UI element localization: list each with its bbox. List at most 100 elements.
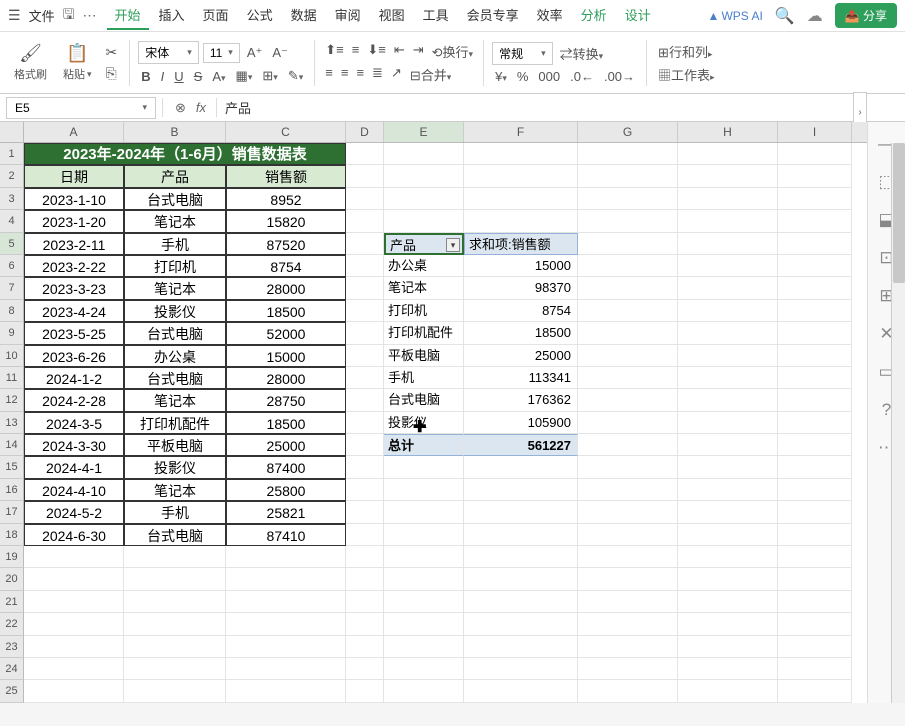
cell[interactable] [464,143,578,165]
pivot-value[interactable]: 15000 [464,255,578,277]
cell[interactable] [464,591,578,613]
cell[interactable] [778,210,852,232]
cell[interactable] [678,613,778,635]
cell[interactable] [678,658,778,680]
cell[interactable]: 投影仪 [124,456,226,478]
row-header[interactable]: 14 [0,434,24,456]
cell[interactable] [124,546,226,568]
row-header[interactable]: 1 [0,143,24,165]
cell[interactable] [226,546,346,568]
row-header[interactable]: 25 [0,680,24,702]
cell[interactable] [226,680,346,702]
cell[interactable] [578,456,678,478]
cell[interactable] [384,524,464,546]
cell[interactable] [778,412,852,434]
cell[interactable] [678,456,778,478]
cell[interactable] [464,613,578,635]
cell[interactable]: 87410 [226,524,346,546]
row-header[interactable]: 19 [0,546,24,568]
cell[interactable] [384,479,464,501]
number-format-select[interactable]: 常规▾ [492,42,553,65]
cell[interactable] [778,345,852,367]
cell[interactable] [226,613,346,635]
pivot-item[interactable]: 打印机配件 [384,322,464,344]
cell[interactable] [678,277,778,299]
cell[interactable] [464,524,578,546]
pivot-value[interactable]: 113341 [464,367,578,389]
cell[interactable] [24,658,124,680]
pivot-item[interactable]: 笔记本 [384,277,464,299]
cell[interactable] [578,658,678,680]
cell[interactable] [464,188,578,210]
cell[interactable] [346,389,384,411]
tab-view[interactable]: 视图 [371,1,413,30]
cell[interactable] [678,568,778,590]
cell[interactable] [578,188,678,210]
pivot-val-header[interactable]: 求和项:销售额 [464,233,578,255]
cell[interactable]: 52000 [226,322,346,344]
cell[interactable] [578,165,678,187]
cell[interactable] [778,636,852,658]
cell[interactable] [464,210,578,232]
cell[interactable] [778,434,852,456]
cell[interactable]: 2023-4-24 [24,300,124,322]
cell[interactable]: 2023-2-22 [24,255,124,277]
cell[interactable]: 15000 [226,345,346,367]
cell[interactable] [346,613,384,635]
tab-data[interactable]: 数据 [283,1,325,30]
tab-vip[interactable]: 会员专享 [459,1,527,30]
cell[interactable] [578,501,678,523]
cell[interactable] [384,210,464,232]
cell[interactable] [346,277,384,299]
row-header[interactable]: 17 [0,501,24,523]
cell[interactable] [384,636,464,658]
underline-button[interactable]: U [171,69,186,84]
cell[interactable] [226,636,346,658]
col-header[interactable]: H [678,122,778,142]
cell[interactable] [346,165,384,187]
tab-review[interactable]: 审阅 [327,1,369,30]
cell[interactable] [24,591,124,613]
cell[interactable] [226,591,346,613]
cell[interactable] [464,546,578,568]
cell[interactable] [578,613,678,635]
cell[interactable] [778,591,852,613]
cell[interactable] [346,479,384,501]
tab-page[interactable]: 页面 [195,1,237,30]
cell[interactable] [678,143,778,165]
cell[interactable] [384,568,464,590]
highlight-button[interactable]: ✎▾ [285,68,306,84]
cell[interactable] [384,680,464,702]
cell[interactable] [578,591,678,613]
indent-decrease-icon[interactable]: ⇤ [392,42,407,61]
cell[interactable] [578,233,678,255]
pivot-item[interactable]: 平板电脑 [384,345,464,367]
cut-icon[interactable]: ✂ [106,44,118,61]
cell[interactable] [124,568,226,590]
cell[interactable] [578,680,678,702]
col-header[interactable]: B [124,122,226,142]
cell[interactable]: 2024-3-5 [24,412,124,434]
cell[interactable]: 28000 [226,367,346,389]
row-header[interactable]: 6 [0,255,24,277]
worksheet-button[interactable]: ▦工作表▸ [655,65,718,84]
cell[interactable] [778,479,852,501]
row-header[interactable]: 21 [0,591,24,613]
cell[interactable] [778,165,852,187]
cell[interactable] [124,636,226,658]
cell[interactable] [124,591,226,613]
orientation-icon[interactable]: ↗ [389,65,404,84]
convert-button[interactable]: ⇄转换▾ [557,44,607,63]
cell[interactable] [678,322,778,344]
cell[interactable] [678,636,778,658]
cell[interactable] [578,367,678,389]
cell[interactable] [578,345,678,367]
cell[interactable] [346,591,384,613]
cell[interactable] [578,322,678,344]
cell[interactable] [778,456,852,478]
cell[interactable]: 18500 [226,412,346,434]
cell[interactable] [384,501,464,523]
cell[interactable] [578,389,678,411]
cell[interactable] [346,367,384,389]
col-header[interactable]: A [24,122,124,142]
